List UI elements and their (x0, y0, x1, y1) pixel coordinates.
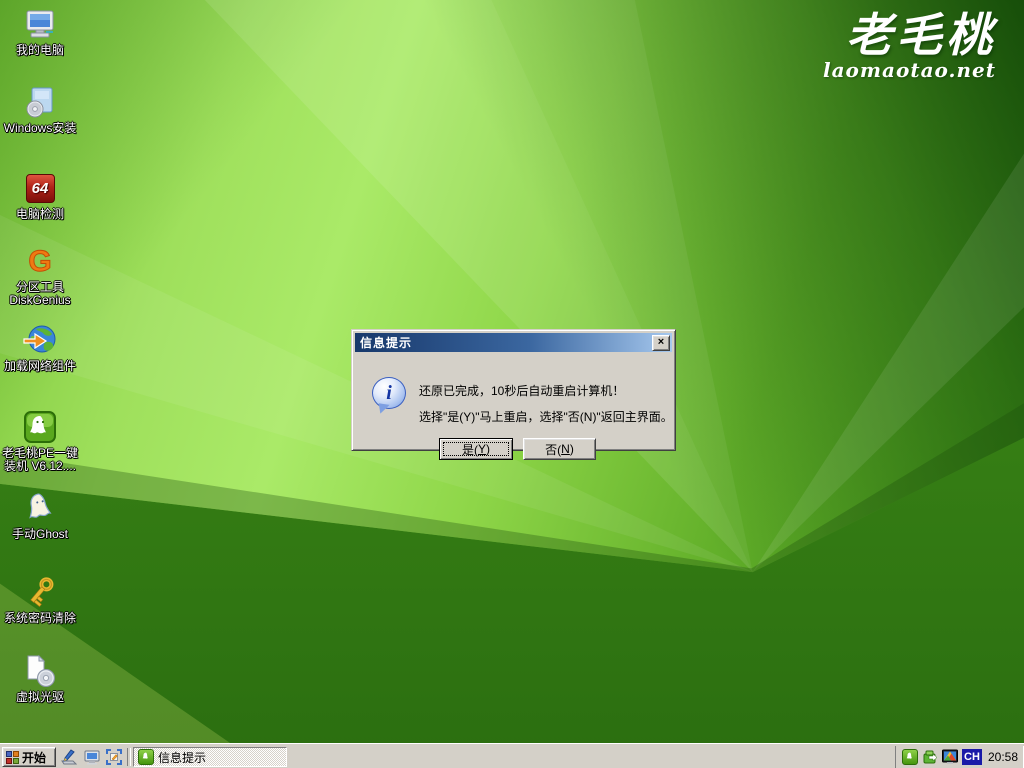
desktop-icon-pe-install[interactable]: 老毛桃PE一键 装机 V6.12.... (0, 409, 80, 473)
no-button-text: 否( (545, 442, 562, 457)
desktop-icon-label: 我的电脑 (15, 43, 64, 57)
desktop-icon-label: 装机 V6.12.... (3, 459, 77, 473)
desktop-icon-manual-ghost[interactable]: 手动Ghost (0, 490, 80, 541)
svg-text:G: G (28, 245, 51, 278)
taskbar: 开始 信息提示 CH 20:58 (0, 743, 1024, 768)
start-button-label: 开始 (22, 750, 47, 765)
windows-install-icon (22, 84, 58, 120)
screen-tool-icon[interactable] (105, 749, 122, 765)
desktop-icon-virtual-cd[interactable]: 虚拟光驱 (0, 653, 80, 704)
badge-64: 64 (25, 173, 55, 203)
dialog-message-line2: 选择"是(Y)"马上重启，选择"否(N)"返回主界面。 (419, 410, 673, 424)
diskgenius-icon: G (22, 243, 58, 279)
laomaotao-tray-icon[interactable] (901, 749, 918, 765)
no-button-accesskey: N (561, 442, 570, 456)
info-balloon-icon: i (372, 377, 406, 415)
desktop-icon-my-computer[interactable]: 我的电脑 (0, 6, 80, 57)
yes-button-accesskey: Y (477, 442, 486, 456)
laomaotao-task-icon (138, 749, 154, 765)
tray-clock[interactable]: 20:58 (986, 750, 1018, 764)
dialog-titlebar[interactable]: 信息提示 × (355, 333, 672, 352)
start-logo-icon (6, 750, 19, 764)
laomaotao-pe-icon (22, 409, 58, 445)
pc-test-64-icon: 64 (22, 170, 58, 206)
logo-title: 老毛桃 (846, 8, 996, 62)
yes-button-text: ) (486, 442, 490, 456)
desktop-icon-diskgenius[interactable]: G 分区工具 DiskGenius (0, 243, 80, 307)
display-tray-icon[interactable] (941, 749, 958, 765)
desktop-icon-label: 虚拟光驱 (15, 690, 64, 704)
laomaotao-logo: 老毛桃 laomaotao.net (823, 12, 996, 82)
network-globe-icon (22, 322, 58, 358)
virtual-cd-icon (22, 653, 58, 689)
key-icon (22, 574, 58, 610)
desktop: 老毛桃 laomaotao.net 我的电脑 Windows安装 64 电脑检测… (0, 0, 1024, 768)
desktop-icon-label: Windows安装 (3, 121, 77, 135)
desktop-icon-label: 电脑检测 (15, 207, 64, 221)
close-icon[interactable]: × (652, 334, 670, 351)
desktop-icon-password-clear[interactable]: 系统密码清除 (0, 574, 80, 625)
info-balloon-tail (377, 403, 390, 415)
desktop-icon-pc-test[interactable]: 64 电脑检测 (0, 170, 80, 221)
start-button[interactable]: 开始 (2, 747, 56, 767)
desktop-icon-label: DiskGenius (9, 293, 71, 307)
show-desktop-icon[interactable] (60, 749, 77, 765)
task-button-info[interactable]: 信息提示 (133, 747, 287, 767)
no-button-text: ) (569, 442, 574, 456)
desktop-icon-windows-install[interactable]: Windows安装 (0, 84, 80, 135)
language-indicator[interactable]: CH (961, 749, 982, 765)
desktop-icon-label: 加载网络组件 (3, 359, 76, 373)
dialog-title: 信息提示 (360, 336, 413, 350)
logo-subtitle: laomaotao.net (822, 58, 996, 82)
ghost-icon (22, 490, 58, 526)
usb-tool-tray-icon[interactable] (922, 749, 938, 765)
yes-button[interactable]: 是(Y) (439, 438, 513, 460)
taskbar-separator (127, 748, 131, 766)
task-button-label: 信息提示 (158, 750, 207, 765)
system-tray: CH 20:58 (894, 746, 1024, 768)
no-button[interactable]: 否(N) (523, 438, 596, 460)
dialog-message-line1: 还原已完成，10秒后自动重启计算机！ (419, 384, 625, 398)
computer-quicklaunch-icon[interactable] (83, 749, 100, 765)
desktop-icon-label: 系统密码清除 (3, 611, 76, 625)
desktop-icon-label: 手动Ghost (11, 527, 69, 541)
dialog-body: i 还原已完成，10秒后自动重启计算机！ 选择"是(Y)"马上重启，选择"否(N… (355, 352, 673, 460)
desktop-icon-network[interactable]: 加载网络组件 (0, 322, 80, 373)
yes-button-text: 是( (461, 442, 478, 457)
my-computer-icon (22, 6, 58, 42)
info-dialog: 信息提示 × i 还原已完成，10秒后自动重启计算机！ 选择"是(Y)"马上重启… (351, 329, 676, 460)
